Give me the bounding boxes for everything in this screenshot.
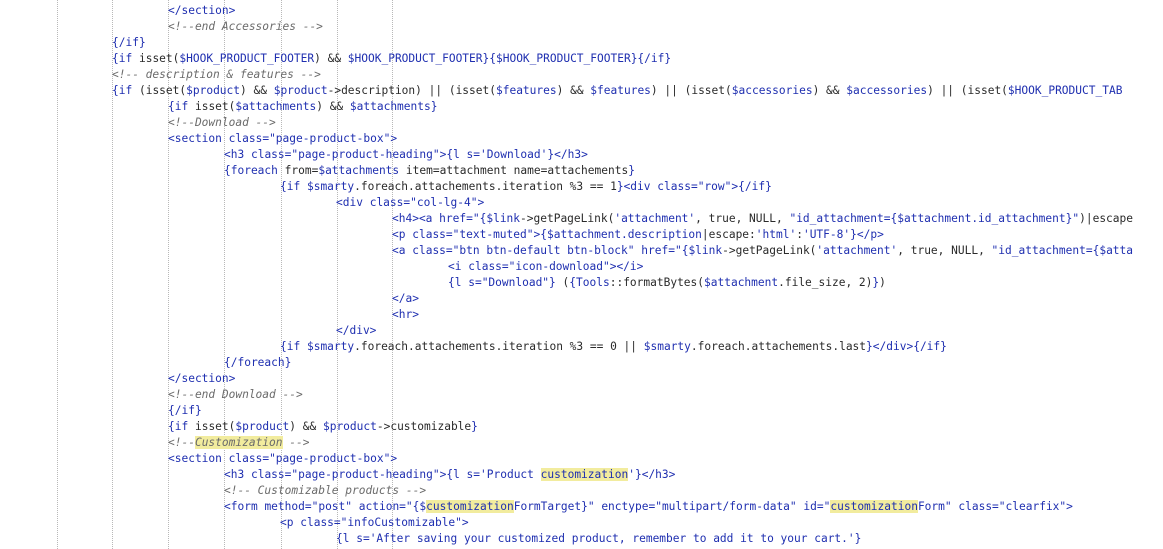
- code-line[interactable]: </div>: [0, 323, 1133, 339]
- code-line[interactable]: <!--end Download -->: [0, 387, 1133, 403]
- code-line[interactable]: {if isset($attachments) && $attachments}: [0, 99, 1133, 115]
- code-line[interactable]: <p class="infoCustomizable">: [0, 515, 1133, 531]
- code-line[interactable]: <a class="btn btn-default btn-block" hre…: [0, 243, 1133, 259]
- code-line[interactable]: {/if}: [0, 35, 1133, 51]
- code-line[interactable]: <i class="icon-download"></i>: [0, 259, 1133, 275]
- code-line[interactable]: {foreach from=$attachments item=attachme…: [0, 163, 1133, 179]
- code-line[interactable]: <p class="text-muted">{$attachment.descr…: [0, 227, 1133, 243]
- code-line[interactable]: <!-- description & features -->: [0, 67, 1133, 83]
- code-line[interactable]: {if isset($HOOK_PRODUCT_FOOTER) && $HOOK…: [0, 51, 1133, 67]
- code-line[interactable]: </a>: [0, 291, 1133, 307]
- code-line[interactable]: {/foreach}: [0, 355, 1133, 371]
- code-line[interactable]: <section class="page-product-box">: [0, 131, 1133, 147]
- code-line[interactable]: <hr>: [0, 307, 1133, 323]
- code-line[interactable]: </section>: [0, 3, 1133, 19]
- code-line[interactable]: {if $smarty.foreach.attachements.iterati…: [0, 179, 1133, 195]
- code-line[interactable]: <div class="col-lg-4">: [0, 195, 1133, 211]
- code-line[interactable]: </section>: [0, 371, 1133, 387]
- code-line[interactable]: <h3 class="page-product-heading">{l s='D…: [0, 147, 1133, 163]
- code-line[interactable]: <!--Customization -->: [0, 435, 1133, 451]
- code-line[interactable]: <!--Download -->: [0, 115, 1133, 131]
- code-line[interactable]: {if (isset($product) && $product->descri…: [0, 83, 1133, 99]
- code-lines[interactable]: </section> <!--end Accessories --> {/if} {i…: [0, 3, 1133, 547]
- code-editor[interactable]: </section> <!--end Accessories --> {/if} {i…: [0, 0, 1163, 549]
- code-line[interactable]: {/if}: [0, 403, 1133, 419]
- code-line[interactable]: <form method="post" action="{$customizat…: [0, 499, 1133, 515]
- code-line[interactable]: <!--end Accessories -->: [0, 19, 1133, 35]
- code-line[interactable]: {l s="Download"} ({Tools::formatBytes($a…: [0, 275, 1133, 291]
- code-line[interactable]: {if $smarty.foreach.attachements.iterati…: [0, 339, 1133, 355]
- code-line[interactable]: {l s='After saving your customized produ…: [0, 531, 1133, 547]
- code-line[interactable]: <!-- Customizable products -->: [0, 483, 1133, 499]
- code-line[interactable]: <h3 class="page-product-heading">{l s='P…: [0, 467, 1133, 483]
- code-line[interactable]: <h4><a href="{$link->getPageLink('attach…: [0, 211, 1133, 227]
- code-line[interactable]: <section class="page-product-box">: [0, 451, 1133, 467]
- code-line[interactable]: {if isset($product) && $product->customi…: [0, 419, 1133, 435]
